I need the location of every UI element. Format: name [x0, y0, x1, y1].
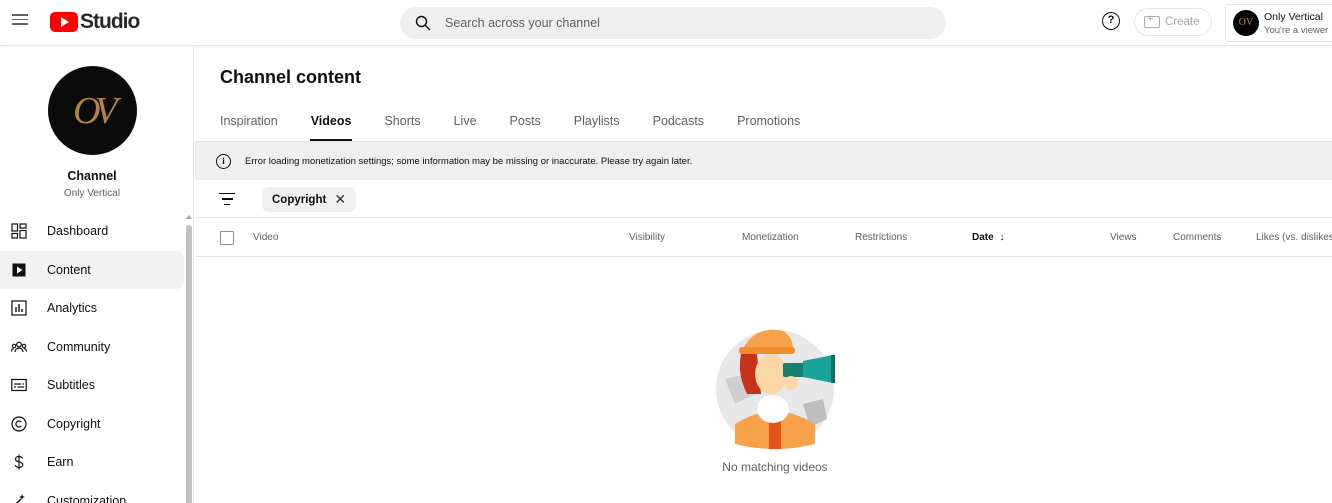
sidebar-item-dashboard[interactable]: Dashboard [0, 212, 184, 251]
error-banner: i Error loading monetization settings; s… [195, 141, 1332, 180]
sidebar-item-label: Copyright [47, 416, 101, 431]
column-date-label: Date [972, 232, 994, 243]
channel-name: Only Vertical [63, 188, 121, 199]
sidebar-item-earn[interactable]: Earn [0, 443, 184, 482]
tab-videos[interactable]: Videos [309, 107, 353, 141]
studio-logo[interactable]: Studio [50, 10, 140, 34]
close-icon[interactable]: ✕ [334, 191, 346, 208]
banner-message: Error loading monetization settings; som… [245, 155, 693, 167]
empty-state-illustration [716, 329, 835, 449]
column-visibility[interactable]: Visibility [629, 232, 665, 243]
column-date[interactable]: Date ↓ [972, 232, 1004, 243]
sidebar-item-analytics[interactable]: Analytics [0, 289, 184, 328]
sidebar-item-label: Community [47, 339, 111, 354]
tab-playlists[interactable]: Playlists [574, 107, 620, 141]
tab-promotions[interactable]: Promotions [737, 107, 800, 141]
copyright-icon [11, 416, 27, 432]
sidebar-nav: Dashboard Content Analytics Community Su… [0, 212, 184, 503]
customization-icon [15, 493, 25, 503]
create-button[interactable]: Create [1134, 8, 1212, 36]
main-content: Channel content Inspiration Videos Short… [195, 47, 1332, 503]
community-icon [11, 341, 27, 352]
column-views[interactable]: Views [1110, 232, 1137, 243]
search-icon [415, 15, 431, 31]
sidebar-item-label: Analytics [47, 301, 98, 316]
column-likes[interactable]: Likes (vs. dislikes) [1256, 232, 1332, 243]
search-bar[interactable] [400, 7, 946, 39]
create-label: Create [1165, 16, 1200, 28]
filter-icon[interactable] [219, 193, 235, 206]
channel-avatar-initials: OV [73, 89, 118, 132]
table-header: Video Visibility Monetization Restrictio… [195, 218, 1332, 257]
info-icon: i [216, 153, 231, 169]
empty-state-message: No matching videos [722, 460, 828, 474]
filter-chip[interactable]: Copyright ✕ [262, 187, 357, 212]
analytics-icon [11, 300, 27, 316]
column-monetization[interactable]: Monetization [742, 232, 799, 243]
scroll-up-arrow-icon[interactable] [186, 215, 192, 219]
youtube-logo-icon [50, 12, 78, 32]
search-input[interactable] [445, 7, 925, 39]
column-video: Video [253, 232, 279, 243]
content-icon [12, 263, 26, 277]
tab-podcasts[interactable]: Podcasts [653, 107, 704, 141]
sidebar-item-label: Content [47, 262, 91, 277]
sidebar-item-label: Subtitles [47, 378, 95, 393]
account-switcher[interactable]: OV Only Vertical You're a viewer [1225, 4, 1332, 42]
sidebar-item-customization[interactable]: Customization [0, 482, 184, 503]
sidebar-item-community[interactable]: Community [0, 328, 184, 367]
column-comments[interactable]: Comments [1173, 232, 1221, 243]
dashboard-icon [11, 223, 27, 239]
sidebar-item-label: Dashboard [47, 224, 109, 239]
filter-bar: Copyright ✕ [195, 180, 1332, 218]
sidebar-scrollbar[interactable] [186, 225, 192, 503]
earn-icon [14, 454, 24, 470]
column-restrictions[interactable]: Restrictions [855, 232, 907, 243]
tab-live[interactable]: Live [454, 107, 477, 141]
account-name: Only Vertical [1264, 11, 1323, 23]
logo-text: Studio [80, 10, 140, 33]
menu-icon[interactable] [10, 11, 30, 31]
sidebar-item-label: Customization [47, 493, 127, 503]
arrow-down-icon: ↓ [999, 232, 1005, 243]
sidebar: OV Channel Only Vertical Dashboard Conte… [0, 47, 194, 503]
create-video-icon [1144, 13, 1160, 28]
help-icon[interactable]: ? [1102, 12, 1120, 30]
filter-chip-label: Copyright [272, 193, 327, 206]
sidebar-item-content[interactable]: Content [0, 250, 184, 289]
account-avatar: OV [1233, 10, 1259, 36]
tab-posts[interactable]: Posts [510, 107, 541, 141]
subtitles-icon [11, 379, 27, 392]
account-role: You're a viewer [1264, 25, 1329, 36]
channel-avatar[interactable]: OV [48, 66, 137, 155]
select-all-checkbox[interactable] [220, 231, 234, 245]
top-bar: Studio ? Create OV Only Vertical You're … [0, 0, 1332, 46]
page-title: Channel content [220, 67, 362, 87]
channel-title: Channel [67, 169, 117, 183]
sidebar-item-subtitles[interactable]: Subtitles [0, 366, 184, 405]
tab-inspiration[interactable]: Inspiration [220, 107, 278, 141]
tab-shorts[interactable]: Shorts [384, 107, 420, 141]
sidebar-item-label: Earn [47, 455, 74, 470]
sidebar-item-copyright[interactable]: Copyright [0, 405, 184, 444]
content-tabs: Inspiration Videos Shorts Live Posts Pla… [220, 107, 833, 141]
